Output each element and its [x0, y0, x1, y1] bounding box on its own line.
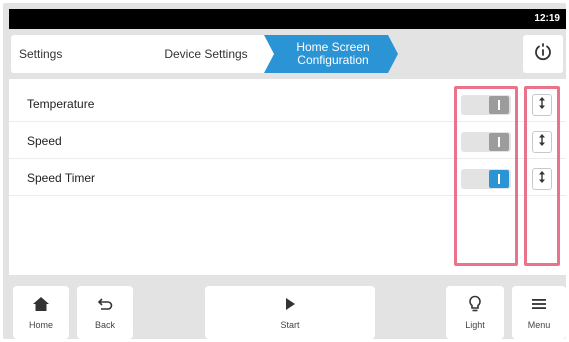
breadcrumb-device-settings[interactable]: Device Settings	[129, 35, 275, 73]
back-button[interactable]: Back	[77, 286, 133, 339]
light-button[interactable]: Light	[446, 286, 504, 339]
status-bar: 12:19	[9, 9, 566, 29]
home-icon	[32, 295, 50, 313]
setting-label: Temperature	[27, 97, 95, 111]
setting-label: Speed Timer	[27, 171, 96, 185]
home-button[interactable]: Home	[13, 286, 69, 339]
back-label: Back	[94, 320, 115, 330]
breadcrumb-settings[interactable]: Settings	[11, 35, 143, 73]
header-bar: Settings Device Settings Home Screen Con…	[9, 33, 566, 75]
breadcrumb-home-screen-configuration[interactable]: Home Screen Configuration	[264, 35, 398, 73]
start-button[interactable]: Start	[205, 286, 375, 339]
menu-button[interactable]: Menu	[512, 286, 566, 339]
hamburger-menu-icon	[531, 295, 547, 313]
highlight-reorder-column	[524, 86, 560, 266]
start-label: Start	[280, 320, 300, 330]
setting-label: Speed	[27, 134, 62, 148]
power-info-icon	[533, 42, 553, 67]
lightbulb-icon	[468, 295, 482, 313]
play-icon	[283, 295, 297, 313]
power-button[interactable]	[523, 35, 563, 73]
light-label: Light	[465, 320, 485, 330]
home-label: Home	[28, 320, 53, 330]
menu-label: Menu	[527, 320, 551, 330]
highlight-toggles-column	[454, 86, 518, 266]
status-time: 12:19	[534, 13, 560, 24]
back-arrow-icon	[96, 295, 114, 313]
